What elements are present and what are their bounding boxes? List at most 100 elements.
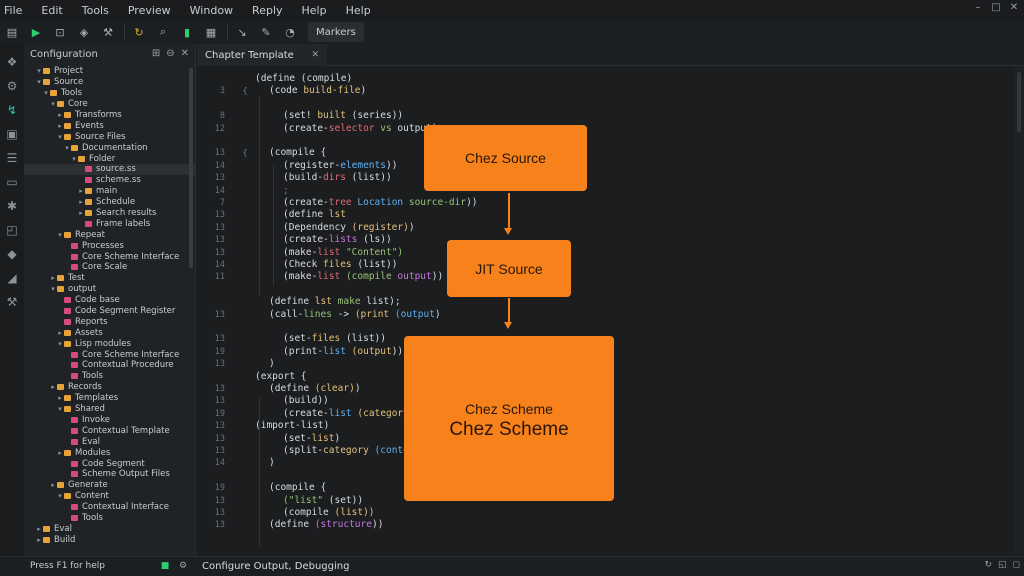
chevron-right-icon[interactable]: ▸ — [49, 383, 57, 391]
tree-folder[interactable]: ▸ main — [24, 186, 195, 197]
tree-file[interactable]: source.ss — [24, 164, 195, 175]
tree-folder[interactable]: ▾ Documentation — [24, 142, 195, 153]
markers-button[interactable]: Markers — [308, 22, 364, 42]
search-icon[interactable]: ⌕ — [155, 24, 171, 40]
tree-file[interactable]: Code Segment Register — [24, 306, 195, 317]
tree-file[interactable]: Tools — [24, 513, 195, 524]
chevron-down-icon[interactable]: ▾ — [70, 155, 78, 163]
tree-file[interactable]: scheme.ss — [24, 175, 195, 186]
package-icon[interactable]: ◰ — [4, 222, 20, 238]
chevron-down-icon[interactable]: ▾ — [56, 405, 64, 413]
chevron-down-icon[interactable]: ▾ — [56, 231, 64, 239]
refresh-icon[interactable]: ↻ — [131, 24, 147, 40]
debug-icon[interactable]: ✱ — [4, 198, 20, 214]
chevron-right-icon[interactable]: ▸ — [49, 274, 57, 282]
tree-file[interactable]: Core Scale — [24, 262, 195, 273]
chevron-right-icon[interactable]: ▸ — [56, 329, 64, 337]
tree-file[interactable]: Scheme Output Files — [24, 469, 195, 480]
tree-file[interactable]: Invoke — [24, 415, 195, 426]
run-icon[interactable]: ▶ — [28, 24, 44, 40]
tree-folder[interactable]: ▸ Schedule — [24, 197, 195, 208]
tree-file[interactable]: Processes — [24, 240, 195, 251]
chevron-down-icon[interactable]: ▾ — [56, 492, 64, 500]
collapse-icon[interactable]: ⊖ — [166, 48, 174, 59]
tree-file[interactable]: Code base — [24, 295, 195, 306]
tree-folder[interactable]: ▾ Core — [24, 99, 195, 110]
code-editor[interactable]: 3 8 12 13 14 13 14 7 13 13 13 13 14 11 13 13 19 13 13 13 19 1… — [197, 66, 1024, 556]
debug-icon[interactable]: ◈ — [76, 24, 92, 40]
tree-folder[interactable]: ▾ output — [24, 284, 195, 295]
close-tab-icon[interactable]: ✕ — [311, 50, 319, 60]
chevron-right-icon[interactable]: ▸ — [77, 198, 85, 206]
tree-folder[interactable]: ▸ Transforms — [24, 110, 195, 121]
chevron-down-icon[interactable]: ▾ — [63, 144, 71, 152]
menu-item[interactable]: Help — [302, 4, 327, 17]
chevron-down-icon[interactable]: ▾ — [56, 340, 64, 348]
chevron-right-icon[interactable]: ▸ — [77, 187, 85, 195]
fold-marker[interactable]: { — [241, 86, 249, 95]
tree-folder[interactable]: ▾ Repeat — [24, 229, 195, 240]
tree-folder[interactable]: ▾ Content — [24, 491, 195, 502]
close-icon[interactable]: ✕ — [1008, 2, 1020, 14]
menu-item[interactable]: Tools — [82, 4, 109, 17]
tools-icon[interactable]: ⚙ — [4, 78, 20, 94]
tree-file[interactable]: Core Scheme Interface — [24, 349, 195, 360]
menu-item[interactable]: File — [4, 4, 22, 17]
tab-chapter-template[interactable]: Chapter Template ✕ — [197, 44, 327, 66]
chevron-right-icon[interactable]: ▸ — [49, 481, 57, 489]
bookmark-icon[interactable]: ◢ — [4, 270, 20, 286]
tree-file[interactable]: Contextual Template — [24, 425, 195, 436]
chevron-down-icon[interactable]: ▾ — [56, 133, 64, 141]
menu-item[interactable]: Window — [190, 4, 233, 17]
tree-file[interactable]: Core Scheme Interface — [24, 251, 195, 262]
tree-file[interactable]: Contextual Procedure — [24, 360, 195, 371]
chevron-right-icon[interactable]: ▸ — [56, 111, 64, 119]
tree-folder[interactable]: ▸ Search results — [24, 208, 195, 219]
chevron-down-icon[interactable]: ▾ — [35, 67, 43, 75]
editor-scrollbar[interactable] — [1014, 66, 1024, 556]
wrench-icon[interactable]: ⚒ — [4, 294, 20, 310]
chevron-down-icon[interactable]: ▾ — [42, 89, 50, 97]
timer-icon[interactable]: ◔ — [282, 24, 298, 40]
tree-file[interactable]: Tools — [24, 371, 195, 382]
bar-chart-icon[interactable]: ▮ — [179, 24, 195, 40]
chevron-right-icon[interactable]: ▸ — [56, 122, 64, 130]
status-ok-icon[interactable]: ■ — [160, 561, 170, 571]
chevron-right-icon[interactable]: ▸ — [56, 394, 64, 402]
terminal-icon[interactable]: ▭ — [4, 174, 20, 190]
folder-icon[interactable]: ▤ — [4, 24, 20, 40]
tree-file[interactable]: Code Segment — [24, 458, 195, 469]
tree-file[interactable]: Eval — [24, 436, 195, 447]
tree-folder[interactable]: ▸ Records — [24, 382, 195, 393]
tree-file[interactable]: Contextual Interface — [24, 502, 195, 513]
tree-folder[interactable]: ▸ Build — [24, 534, 195, 545]
chevron-down-icon[interactable]: ▾ — [49, 100, 57, 108]
tree-folder[interactable]: ▾ Source — [24, 77, 195, 88]
build-icon[interactable]: ⚒ — [100, 24, 116, 40]
extensions-icon[interactable]: ▣ — [4, 126, 20, 142]
menu-item[interactable]: Reply — [252, 4, 282, 17]
maximize-icon[interactable]: □ — [990, 2, 1002, 14]
chevron-down-icon[interactable]: ▾ — [35, 78, 43, 86]
tree-folder[interactable]: ▸ Eval — [24, 523, 195, 534]
tree-folder[interactable]: ▾ Shared — [24, 404, 195, 415]
tag-icon[interactable]: ◆ — [4, 246, 20, 262]
notifications-icon[interactable]: ◱ — [998, 560, 1007, 570]
edit-icon[interactable]: ✎ — [258, 24, 274, 40]
tree-folder[interactable]: ▸ Assets — [24, 327, 195, 338]
step-icon[interactable]: ↘ — [234, 24, 250, 40]
tree-folder[interactable]: ▸ Events — [24, 120, 195, 131]
list-icon[interactable]: ☰ — [4, 150, 20, 166]
tree-file[interactable]: Frame labels — [24, 218, 195, 229]
close-icon[interactable]: ✕ — [181, 48, 189, 59]
tree-folder[interactable]: ▸ Templates — [24, 393, 195, 404]
bell-icon[interactable]: ◻ — [1013, 560, 1020, 570]
tree-folder[interactable]: ▾ Folder — [24, 153, 195, 164]
chevron-right-icon[interactable]: ▸ — [35, 525, 43, 533]
tree-folder[interactable]: ▸ Test — [24, 273, 195, 284]
fold-marker[interactable]: { — [241, 148, 249, 157]
minimize-icon[interactable]: – — [972, 2, 984, 14]
source-control-icon[interactable]: ↯ — [4, 102, 20, 118]
chevron-right-icon[interactable]: ▸ — [35, 536, 43, 544]
tree-folder[interactable]: ▾ Tools — [24, 88, 195, 99]
